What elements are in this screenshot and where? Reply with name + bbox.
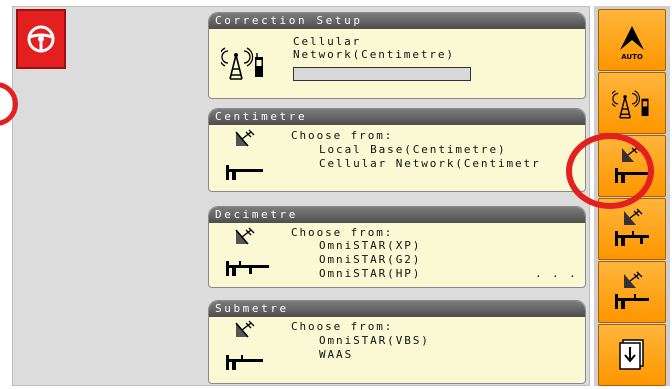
screen: Correction Setup Cellular Network(Centim… xyxy=(0,0,672,389)
satellite-dish-icon xyxy=(235,320,255,338)
satellite-caliper-icon xyxy=(615,208,649,246)
caliper-icon xyxy=(226,165,263,180)
steering-wheel-icon xyxy=(27,25,55,53)
cell-tower-icon xyxy=(612,90,649,119)
auto-label: AUTO xyxy=(621,53,643,61)
card-title: Correction Setup xyxy=(209,13,585,29)
cellular-button[interactable] xyxy=(598,72,666,134)
auto-steer-icon: AUTO xyxy=(620,26,644,61)
option-omnistar-vbs[interactable]: OmniSTAR(VBS) xyxy=(319,334,430,347)
progress-bar xyxy=(293,67,471,81)
cell-tower-icon xyxy=(221,47,263,80)
option-cellular-network[interactable]: Cellular Network(Centimetr xyxy=(319,157,541,170)
option-omnistar-g2[interactable]: OmniSTAR(G2) xyxy=(319,253,421,266)
decimetre-card[interactable]: Decimetre Choose from: OmniSTAR(XP) Omni… xyxy=(208,206,586,288)
choose-label: Choose from: xyxy=(291,129,394,142)
auto-steer-button[interactable]: AUTO xyxy=(598,9,666,71)
more-indicator[interactable]: . . . xyxy=(535,267,578,280)
card-title: Submetre xyxy=(209,301,585,317)
scroll-down-icon xyxy=(619,339,644,370)
scroll-down-button[interactable] xyxy=(598,324,666,386)
caliper-icon xyxy=(226,355,263,370)
correction-line2: Network(Centimetre) xyxy=(293,48,455,61)
correction-setup-card: Correction Setup Cellular Network(Centim… xyxy=(208,12,586,99)
satellite-caliper-icon xyxy=(615,271,649,309)
submetre-card[interactable]: Submetre Choose from: OmniSTAR(VBS) WAAS xyxy=(208,300,586,384)
option-omnistar-xp[interactable]: OmniSTAR(XP) xyxy=(319,239,421,252)
correction-line1: Cellular xyxy=(293,35,362,48)
card-title: Centimetre xyxy=(209,109,585,125)
choose-label: Choose from: xyxy=(291,226,394,239)
centimetre-card[interactable]: Centimetre Choose from: Local Base(Centi… xyxy=(208,108,586,192)
option-waas[interactable]: WAAS xyxy=(319,348,353,361)
choose-label: Choose from: xyxy=(291,320,394,333)
submetre-button[interactable] xyxy=(598,261,666,323)
steering-button[interactable] xyxy=(16,9,66,69)
caliper-icon xyxy=(226,261,269,276)
highlight-circle-centimetre xyxy=(566,133,654,209)
satellite-dish-icon xyxy=(235,227,255,245)
option-local-base[interactable]: Local Base(Centimetre) xyxy=(319,143,507,156)
card-title: Decimetre xyxy=(209,207,585,223)
option-omnistar-hp[interactable]: OmniSTAR(HP) xyxy=(319,267,421,280)
satellite-dish-icon xyxy=(235,129,255,147)
